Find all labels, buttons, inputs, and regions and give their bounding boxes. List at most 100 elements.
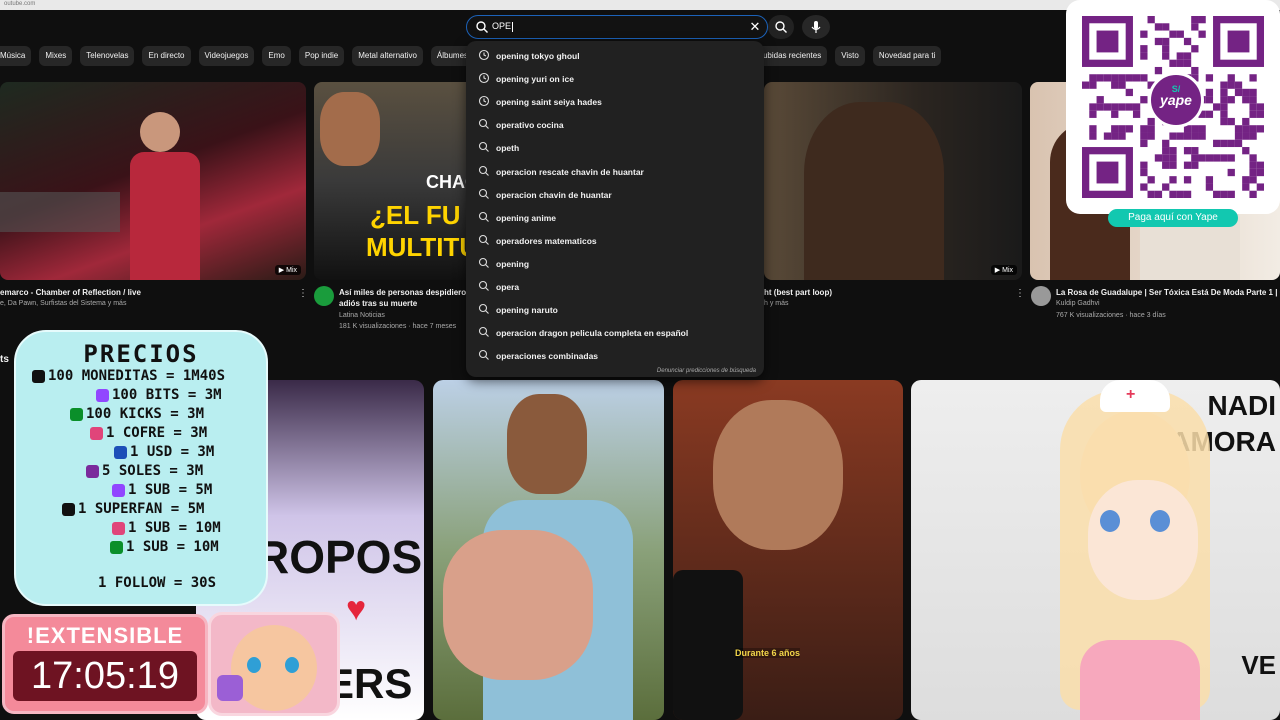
suggestion-text: opening naruto: [496, 305, 558, 316]
price-text: 1 FOLLOW = 30S: [98, 575, 217, 591]
search-icon: [478, 350, 489, 361]
search-suggestions-dropdown: Denunciar predicciones de búsqueda openi…: [466, 41, 764, 377]
chip-1[interactable]: Mixes: [39, 46, 73, 66]
price-text: 1 SUB = 10M: [126, 539, 219, 555]
suggestion-text: opeth: [496, 143, 520, 154]
mix-badge: ▶ Mix: [274, 265, 301, 275]
prices-title: PRECIOS: [83, 340, 199, 368]
search-icon: [478, 165, 489, 176]
search-suggestion[interactable]: opening saint seiya hades: [466, 90, 764, 113]
video-channel-4[interactable]: Kuldip Gadhvi: [1056, 300, 1100, 307]
clear-search-icon[interactable]: ✕: [747, 19, 763, 35]
video-channel-3[interactable]: h y más: [764, 300, 789, 307]
chip-4[interactable]: Videojuegos: [198, 46, 255, 66]
search-suggestion[interactable]: operacion chavin de huantar: [466, 183, 764, 206]
price-row: 100 BITS = 3M: [96, 387, 222, 403]
singer-head: [140, 112, 180, 152]
extensible-timer: !EXTENSIBLE 17:05:19: [2, 614, 208, 714]
chest-icon: [90, 426, 103, 440]
search-suggestion[interactable]: opening yuri on ice: [466, 67, 764, 90]
video-channel-1[interactable]: e, Da Pawn, Surfistas del Sistema y más: [0, 300, 126, 307]
price-row: 100 MONEDITAS = 1M40S: [32, 368, 225, 384]
mix-icon: ▶: [278, 267, 287, 274]
report-predictions-link[interactable]: Denunciar predicciones de búsqueda: [657, 368, 756, 374]
video-thumbnail-1[interactable]: ▶ Mix: [0, 82, 306, 280]
search-suggestion[interactable]: opeth: [466, 136, 764, 159]
vtuber-avatar: +: [1040, 380, 1220, 720]
price-row: 1 SUPERFAN = 5M: [62, 501, 204, 517]
more-options-icon[interactable]: ⋮: [1015, 288, 1025, 299]
yape-pay-button[interactable]: Paga aquí con Yape: [1108, 209, 1238, 227]
search-suggestion[interactable]: operacion rescate chavin de huantar: [466, 160, 764, 183]
video-title-2[interactable]: Así miles de personas despidieron: [339, 288, 471, 297]
search-suggestion[interactable]: operaciones combinadas: [466, 344, 764, 367]
text-caret: [512, 21, 514, 32]
chip-0[interactable]: Música: [0, 46, 32, 66]
video-channel-2[interactable]: Latina Noticias: [339, 312, 385, 319]
timer-time: 17:05:19: [13, 651, 197, 701]
chip-2[interactable]: Telenovelas: [80, 46, 135, 66]
video-thumbnail-3[interactable]: ▶ Mix: [764, 82, 1022, 280]
more-options-icon[interactable]: ⋮: [298, 288, 308, 299]
search-suggestion[interactable]: opening anime: [466, 206, 764, 229]
suggestion-text: opening yuri on ice: [496, 74, 574, 85]
suggestion-text: operativo cocina: [496, 120, 564, 131]
yape-icon: [86, 464, 99, 478]
price-text: 100 MONEDITAS = 1M40S: [48, 368, 226, 384]
search-suggestion[interactable]: operativo cocina: [466, 113, 764, 136]
thumb-text-3: MULTITU: [366, 232, 474, 262]
history-icon: [478, 73, 490, 84]
video-title-3[interactable]: ht (best part loop): [764, 288, 832, 297]
price-row: 1 FOLLOW = 30S: [98, 575, 216, 591]
history-icon: [478, 49, 490, 61]
search-suggestion[interactable]: opening naruto: [466, 298, 764, 321]
chip-7[interactable]: Metal alternativo: [352, 46, 423, 66]
prices-panel: PRECIOS 100 MONEDITAS = 1M40S 100 BITS = …: [14, 330, 268, 606]
short-thumbnail-3[interactable]: Durante 6 años: [673, 380, 903, 720]
price-text: 100 KICKS = 3M: [86, 406, 205, 422]
search-icon: [478, 211, 489, 222]
video-thumbnail-2[interactable]: CHAC ¿EL FU MULTITU: [314, 82, 474, 280]
chest-icon: [112, 521, 125, 535]
suggestion-text: opening saint seiya hades: [496, 97, 602, 108]
search-box[interactable]: OPE ✕: [466, 15, 768, 39]
channel-avatar[interactable]: [314, 286, 334, 306]
price-row: 1 COFRE = 3M: [90, 425, 207, 441]
search-button[interactable]: [768, 15, 794, 39]
chip-11[interactable]: Visto: [835, 46, 865, 66]
search-suggestion[interactable]: opening tokyo ghoul: [466, 44, 764, 67]
singer-body: [130, 152, 200, 280]
suggestion-text: opening anime: [496, 212, 556, 223]
microphone-icon: [811, 21, 821, 33]
channel-avatar[interactable]: [1031, 286, 1051, 306]
chip-6[interactable]: Pop indie: [298, 46, 345, 66]
shorts-heading: ts: [0, 354, 9, 365]
price-text: 100 BITS = 3M: [112, 387, 222, 403]
search-input[interactable]: OPE: [492, 21, 514, 32]
suggestion-text: operadores matematicos: [496, 235, 597, 246]
search-suggestion[interactable]: operacion dragon pelicula completa en es…: [466, 321, 764, 344]
short-thumbnail-2[interactable]: [433, 380, 664, 720]
woman-face: [713, 400, 843, 550]
video-title-4[interactable]: La Rosa de Guadalupe | Ser Tóxica Está D…: [1056, 288, 1280, 297]
video-title-2-line2[interactable]: adiós tras su muerte: [339, 299, 417, 308]
search-query-text: OPE: [492, 21, 512, 31]
chip-12[interactable]: Novedad para ti: [872, 46, 942, 66]
price-row: 1 SUB = 5M: [112, 482, 212, 498]
suggestion-text: operacion chavin de huantar: [496, 189, 612, 200]
voice-search-button[interactable]: [802, 15, 830, 39]
suggestion-text: operacion rescate chavin de huantar: [496, 166, 644, 177]
price-text: 5 SOLES = 3M: [102, 463, 204, 479]
chip-3[interactable]: En directo: [142, 46, 191, 66]
search-suggestion[interactable]: opening: [466, 252, 764, 275]
search-suggestion[interactable]: operadores matematicos: [466, 229, 764, 252]
price-text: 1 SUB = 10M: [128, 520, 221, 536]
search-icon: [478, 327, 489, 338]
short-caption: Durante 6 años: [735, 648, 801, 658]
chip-5[interactable]: Emo: [262, 46, 291, 66]
search-icon: [478, 280, 489, 291]
video-title-1[interactable]: emarco - Chamber of Reflection / live: [0, 288, 141, 297]
suggestion-text: opening: [496, 258, 530, 269]
search-suggestion[interactable]: opera: [466, 275, 764, 298]
twitch-icon: [96, 388, 109, 402]
